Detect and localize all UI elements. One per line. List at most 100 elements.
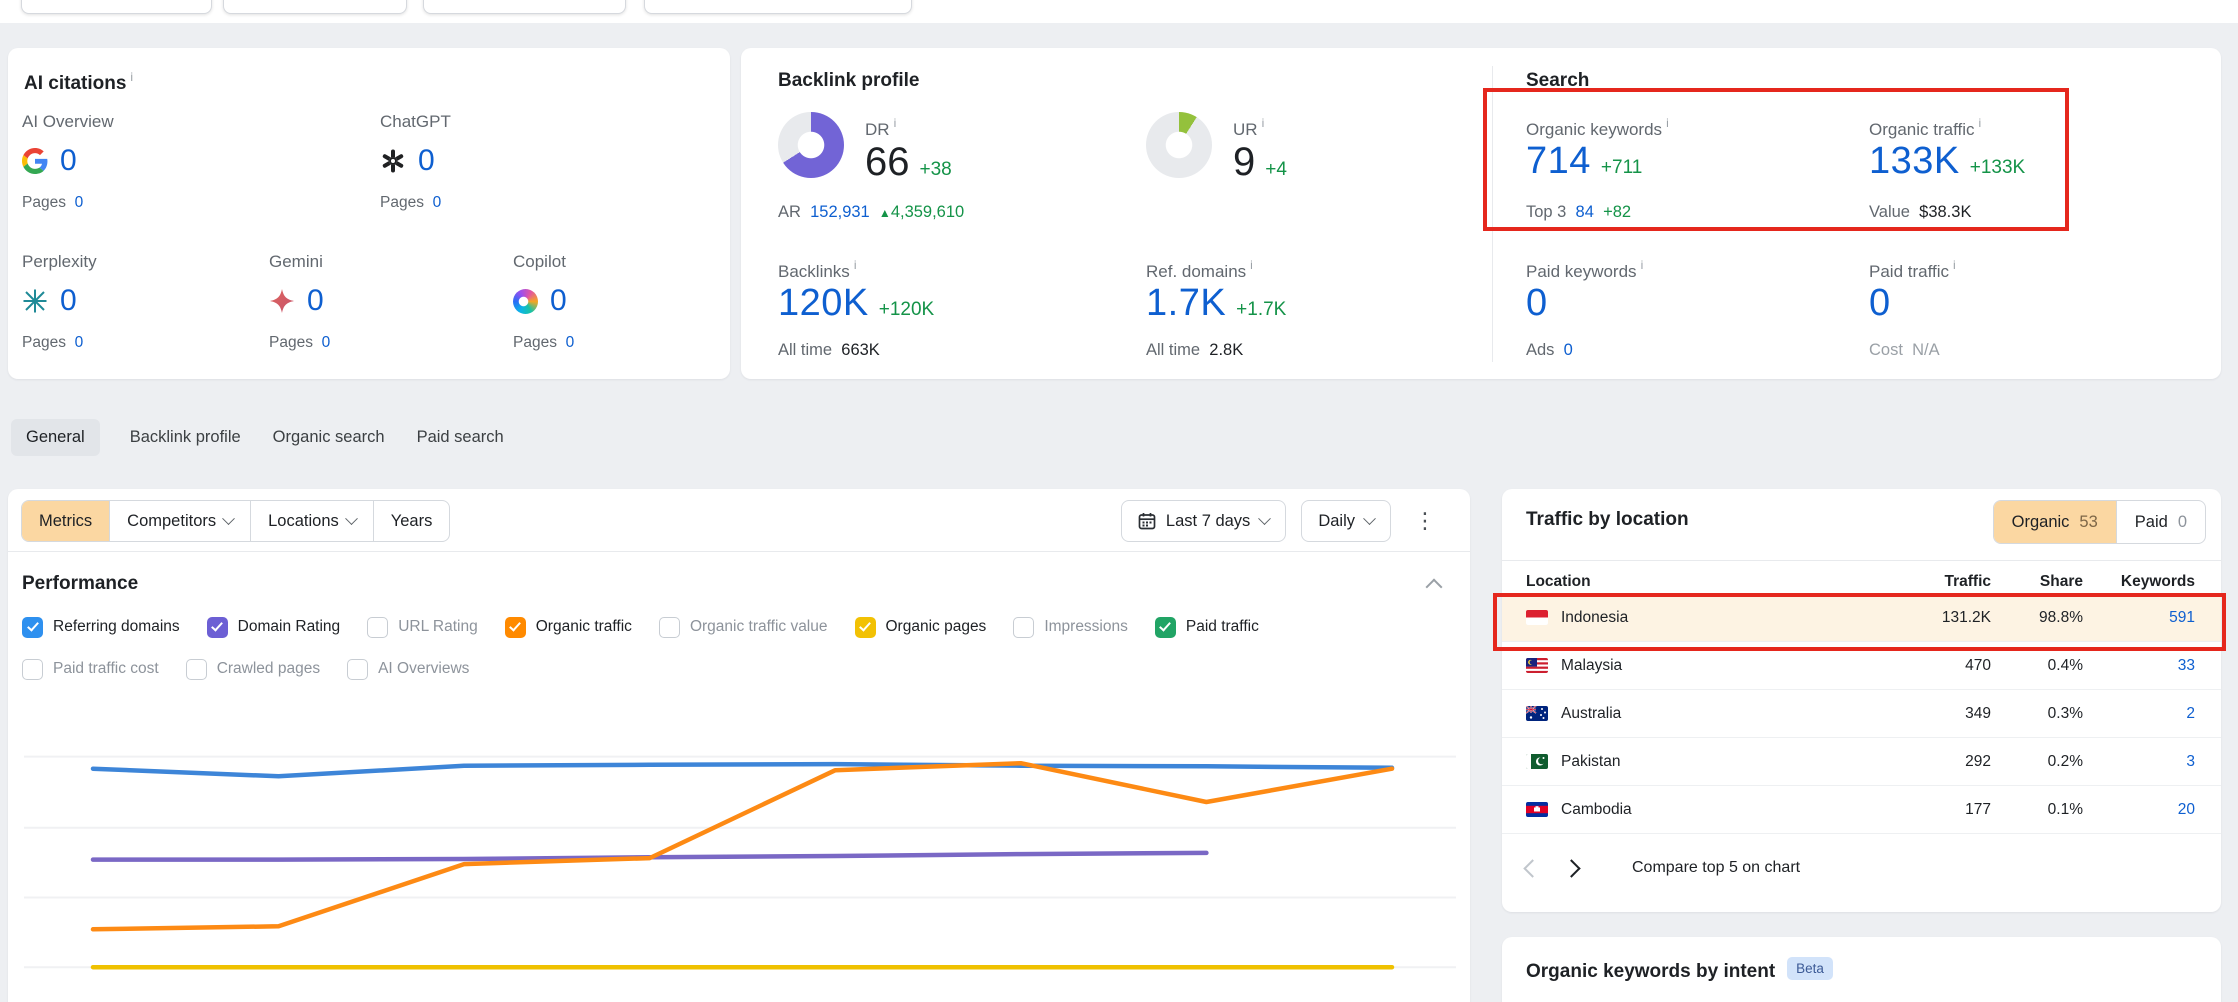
page: AI citationsi AI Overview0Pages 0ChatGPT…: [0, 0, 2238, 1002]
paid-keywords-value[interactable]: 0: [1526, 282, 1548, 325]
location-row-indonesia[interactable]: Indonesia 131.2K98.8%591: [1502, 594, 2221, 642]
metric-checkbox-ai-overviews[interactable]: AI Overviews: [347, 659, 469, 680]
top-toolbar-box[interactable]: [21, 0, 212, 14]
location-row-australia[interactable]: Australia3490.3%2: [1502, 690, 2221, 738]
cambodia-flag-icon: [1526, 802, 1548, 817]
location-share: 0.2%: [1991, 753, 2083, 771]
metric-checkbox-paid-traffic-cost[interactable]: Paid traffic cost: [22, 659, 159, 680]
perplexity-icon: [22, 288, 48, 314]
metric-checkbox-impressions[interactable]: Impressions: [1013, 617, 1128, 638]
organic-traffic-value[interactable]: 133K: [1869, 140, 1960, 183]
location-keywords-link[interactable]: 20: [2083, 801, 2195, 819]
pakistan-flag-icon: [1526, 754, 1548, 769]
more-options-button[interactable]: ⋮: [1406, 506, 1444, 536]
location-traffic: 131.2K: [1871, 609, 1991, 627]
ref-domains-value[interactable]: 1.7K: [1146, 282, 1226, 325]
traffic-by-location-card: Traffic by location Organic53 Paid0 Loca…: [1502, 489, 2221, 912]
metric-checkbox-url-rating[interactable]: URL Rating: [367, 617, 478, 638]
info-icon[interactable]: i: [1641, 258, 1644, 272]
top-toolbar-box[interactable]: [223, 0, 407, 14]
prev-page-icon[interactable]: [1523, 859, 1541, 877]
metric-checkbox-referring-domains[interactable]: Referring domains: [22, 617, 180, 638]
info-icon[interactable]: i: [1953, 258, 1956, 272]
table-header: Location Traffic Share Keywords: [1502, 570, 2221, 594]
performance-chart[interactable]: [8, 699, 1470, 1002]
date-range-label: Last 7 days: [1166, 512, 1250, 531]
ai-item-pages: Pages 0: [22, 334, 97, 352]
location-row-pakistan[interactable]: Pakistan2920.2%3: [1502, 738, 2221, 786]
dr-delta: +38: [920, 159, 952, 181]
chatgpt-icon: [380, 148, 406, 174]
tab-paid-search[interactable]: Paid search: [415, 419, 506, 456]
toggle-organic[interactable]: Organic53: [1994, 501, 2116, 543]
ur-delta: +4: [1265, 159, 1287, 181]
filter-segment-competitors[interactable]: Competitors: [110, 501, 251, 541]
compare-top5-label[interactable]: Compare top 5 on chart: [1632, 859, 1800, 877]
ref-domains-alltime: All time 2.8K: [1146, 341, 1243, 360]
location-row-cambodia[interactable]: Cambodia1770.1%20: [1502, 786, 2221, 834]
location-keywords-link[interactable]: 591: [2083, 609, 2195, 627]
info-icon[interactable]: i: [894, 116, 897, 130]
info-icon[interactable]: i: [1262, 116, 1265, 130]
ai-item-value[interactable]: 0: [307, 284, 324, 318]
top3-value[interactable]: 84: [1576, 203, 1594, 221]
info-icon[interactable]: i: [1250, 258, 1253, 272]
ai-item-value[interactable]: 0: [60, 284, 77, 318]
metric-checkbox-organic-pages[interactable]: Organic pages: [855, 617, 987, 638]
location-keywords-link[interactable]: 3: [2083, 753, 2195, 771]
filter-segment-locations[interactable]: Locations: [251, 501, 374, 541]
tab-organic-search[interactable]: Organic search: [271, 419, 387, 456]
ai-citation-item: Perplexity0Pages 0: [22, 252, 97, 352]
metric-checkbox-domain-rating[interactable]: Domain Rating: [207, 617, 341, 638]
traffic-by-location-title: Traffic by location: [1526, 509, 1689, 531]
dr-value: 66: [865, 140, 910, 185]
paid-traffic-label: Paid traffici: [1869, 258, 1956, 282]
top-toolbar-box[interactable]: [423, 0, 626, 14]
filter-segment-metrics[interactable]: Metrics: [22, 501, 110, 541]
ar-value[interactable]: 152,931: [810, 203, 870, 221]
info-icon[interactable]: i: [854, 258, 857, 272]
top-toolbar-box[interactable]: [644, 0, 912, 14]
series-referring-domains: [93, 764, 1392, 776]
location-keywords-link[interactable]: 33: [2083, 657, 2195, 675]
location-name: Malaysia: [1561, 657, 1622, 675]
filter-segment-years[interactable]: Years: [374, 501, 450, 541]
collapse-chevron-icon[interactable]: [1426, 579, 1443, 596]
performance-title: Performance: [22, 573, 138, 595]
ai-item-label: Copilot: [513, 252, 574, 272]
ref-domains-label: Ref. domainsi: [1146, 258, 1253, 282]
location-share: 98.8%: [1991, 609, 2083, 627]
date-range-button[interactable]: Last 7 days: [1121, 500, 1286, 542]
location-row-malaysia[interactable]: Malaysia4700.4%33: [1502, 642, 2221, 690]
ai-item-value[interactable]: 0: [550, 284, 567, 318]
ur-value: 9: [1233, 140, 1255, 185]
metric-checkbox-organic-traffic[interactable]: Organic traffic: [505, 617, 632, 638]
calendar-icon: [1138, 512, 1156, 530]
organic-keywords-value[interactable]: 714: [1526, 140, 1591, 183]
url-rating-donut: [1146, 112, 1212, 178]
location-name: Indonesia: [1561, 609, 1628, 627]
backlinks-value[interactable]: 120K: [778, 282, 869, 325]
location-name: Cambodia: [1561, 801, 1632, 819]
next-page-icon[interactable]: [1562, 859, 1580, 877]
granularity-button[interactable]: Daily: [1301, 500, 1391, 542]
ai-citations-title: AI citationsi: [24, 70, 133, 95]
organic-keywords-label: Organic keywordsi: [1526, 116, 1669, 140]
info-icon[interactable]: i: [130, 70, 133, 84]
ai-item-value[interactable]: 0: [60, 144, 77, 178]
gemini-icon: [269, 288, 295, 314]
metric-checkbox-paid-traffic[interactable]: Paid traffic: [1155, 617, 1259, 638]
ai-item-value[interactable]: 0: [418, 144, 435, 178]
backlinks-label: Backlinksi: [778, 258, 856, 282]
toggle-paid[interactable]: Paid0: [2116, 501, 2205, 543]
metric-checkbox-crawled-pages[interactable]: Crawled pages: [186, 659, 320, 680]
metric-checkbox-organic-traffic-value[interactable]: Organic traffic value: [659, 617, 828, 638]
location-keywords-link[interactable]: 2: [2083, 705, 2195, 723]
info-icon[interactable]: i: [1979, 116, 1982, 130]
info-icon[interactable]: i: [1666, 116, 1669, 130]
search-title: Search: [1526, 70, 1589, 92]
tab-backlink-profile[interactable]: Backlink profile: [128, 419, 243, 456]
paid-traffic-value[interactable]: 0: [1869, 282, 1891, 325]
traffic-value-row: Value $38.3K: [1869, 203, 1971, 222]
tab-general[interactable]: General: [11, 419, 100, 456]
